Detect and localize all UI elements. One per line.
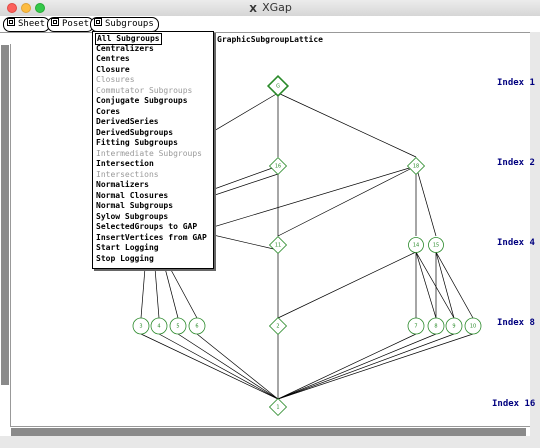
level-label-index-8: Index 8 (497, 318, 535, 328)
svg-text:18: 18 (413, 164, 419, 170)
menu-item-normal-closures[interactable]: Normal Closures (96, 191, 168, 201)
lattice-node-n6[interactable]: 6 (188, 317, 206, 335)
lattice-node-n2[interactable]: 2 (268, 316, 288, 336)
lattice-node-n15[interactable]: 15 (428, 237, 444, 253)
lattice-node-n1[interactable]: 1 (268, 397, 288, 417)
menu-item-fitting-subgroups[interactable]: Fitting Subgroups (96, 138, 178, 148)
lattice-node-n18[interactable]: 18 (406, 156, 426, 176)
lattice-node-n7[interactable]: 7 (407, 317, 425, 335)
lattice-graph: G 16 18 11 14 15 3 4 5 6 2 7 8 9 10 1 (132, 74, 482, 417)
menu-item-intermediate-subgroups: Intermediate Subgroups (96, 148, 202, 158)
menu-item-closure[interactable]: Closure (96, 65, 130, 75)
svg-text:1: 1 (276, 405, 279, 411)
lattice-node-n16[interactable]: 16 (268, 156, 288, 176)
level-label-index-2: Index 2 (497, 158, 535, 168)
svg-text:4: 4 (157, 324, 160, 330)
svg-text:6: 6 (195, 324, 198, 330)
subgroups-dropdown-menu: All Subgroups Centralizers Centres Closu… (92, 31, 214, 269)
menu-item-centralizers[interactable]: Centralizers (96, 44, 154, 54)
svg-text:16: 16 (275, 164, 281, 170)
menu-item-cores[interactable]: Cores (96, 107, 120, 117)
svg-text:10: 10 (470, 324, 476, 330)
lattice-node-n10[interactable]: 10 (464, 317, 482, 335)
menu-item-selected-groups-to-gap[interactable]: SelectedGroups to GAP (96, 222, 197, 232)
menu-item-stop-logging[interactable]: Stop Logging (96, 254, 154, 264)
lattice-node-n4[interactable]: 4 (150, 317, 168, 335)
svg-text:15: 15 (433, 243, 439, 249)
menu-item-normal-subgroups[interactable]: Normal Subgroups (96, 201, 173, 211)
lattice-node-n14[interactable]: 14 (408, 237, 424, 253)
menu-item-intersection[interactable]: Intersection (96, 159, 154, 169)
menu-item-sylow-subgroups[interactable]: Sylow Subgroups (96, 212, 168, 222)
menu-item-conjugate-subgroups[interactable]: Conjugate Subgroups (96, 96, 188, 106)
menu-item-commutator-subgroups: Commutator Subgroups (96, 85, 193, 95)
menu-item-insert-vertices-from-gap[interactable]: InsertVertices from GAP (96, 233, 207, 243)
menu-item-start-logging[interactable]: Start Logging (96, 243, 159, 253)
svg-text:14: 14 (413, 243, 419, 249)
lattice-node-n8[interactable]: 8 (427, 317, 445, 335)
lattice-node-n9[interactable]: 9 (445, 317, 463, 335)
level-label-index-1: Index 1 (497, 78, 535, 88)
svg-text:7: 7 (414, 324, 417, 330)
menu-item-centres[interactable]: Centres (96, 54, 130, 64)
svg-text:2: 2 (276, 324, 279, 330)
lattice-node-n5[interactable]: 5 (169, 317, 187, 335)
svg-text:5: 5 (176, 324, 179, 330)
menu-item-derived-subgroups[interactable]: DerivedSubgroups (96, 128, 173, 138)
lattice-node-n11[interactable]: 11 (268, 235, 288, 255)
svg-text:3: 3 (139, 324, 142, 330)
level-label-index-4: Index 4 (497, 238, 535, 248)
menu-item-derived-series[interactable]: DerivedSeries (96, 117, 159, 127)
menu-item-intersections: Intersections (96, 169, 159, 179)
lattice-node-n3[interactable]: 3 (132, 317, 150, 335)
svg-text:11: 11 (275, 243, 281, 249)
level-label-index-16: Index 16 (492, 399, 536, 409)
menu-item-closures: Closures (96, 75, 135, 84)
svg-text:9: 9 (452, 324, 455, 330)
menu-item-normalizers[interactable]: Normalizers (96, 180, 149, 190)
lattice-node-n0[interactable]: G (266, 74, 290, 98)
svg-text:8: 8 (434, 324, 437, 330)
svg-text:G: G (276, 84, 280, 90)
